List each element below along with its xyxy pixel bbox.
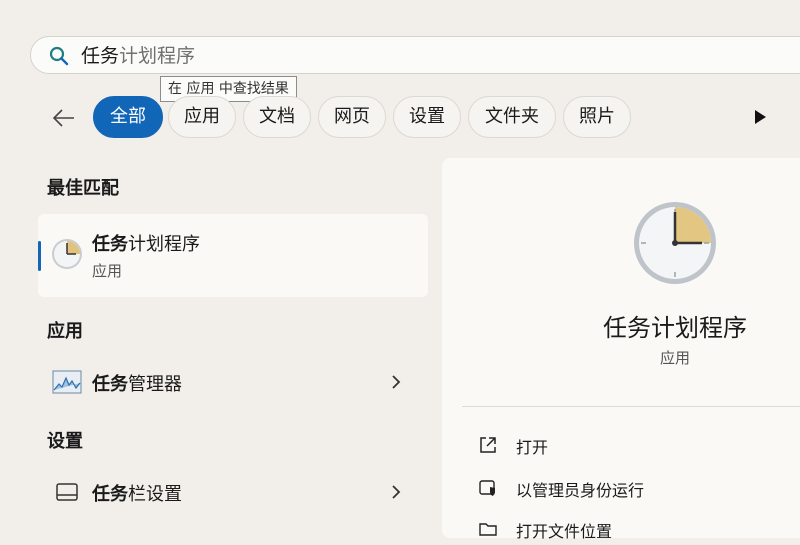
action-open-file-location-label: 打开文件位置 (516, 522, 613, 541)
filter-apps[interactable]: 应用 (168, 96, 236, 138)
search-icon (49, 46, 69, 66)
back-arrow-icon[interactable] (50, 104, 78, 132)
action-open-label: 打开 (516, 438, 549, 457)
apps-heading: 应用 (47, 321, 83, 342)
filter-web[interactable]: 网页 (318, 96, 386, 138)
best-match-name-rest: 计划程序 (128, 234, 200, 255)
selection-indicator (38, 241, 41, 271)
task-scheduler-clock-icon (634, 202, 716, 284)
detail-divider (462, 406, 800, 407)
folder-icon (479, 523, 497, 536)
task-scheduler-clock-icon (52, 239, 82, 269)
settings-heading: 设置 (47, 431, 83, 452)
detail-app-name: 任务计划程序 (603, 314, 747, 342)
detail-app-type: 应用 (659, 349, 690, 367)
action-open-file-location[interactable]: 打开文件位置 (478, 513, 798, 545)
task-manager-icon (52, 370, 82, 394)
chevron-right-icon[interactable] (390, 374, 402, 390)
search-input[interactable]: 任务计划程序 (81, 45, 195, 67)
detail-panel: 任务计划程序 应用 打开 以管理员身份运行 打开文件位置 (442, 158, 800, 541)
filter-photos[interactable]: 照片 (563, 96, 631, 138)
search-box[interactable]: 任务计划程序 (30, 36, 800, 74)
chevron-right-icon[interactable] (390, 484, 402, 500)
action-run-as-admin[interactable]: 以管理员身份运行 (478, 472, 798, 504)
search-query-match: 任务 (81, 45, 120, 67)
task-manager-label: 任务管理器 (92, 370, 182, 396)
task-manager-label-match: 任务 (92, 374, 128, 395)
app-result-task-manager[interactable]: 任务管理器 (38, 360, 428, 404)
shield-icon (479, 480, 495, 496)
best-match-name-match: 任务 (92, 234, 128, 255)
taskbar-settings-label-match: 任务 (92, 484, 128, 505)
best-match-heading: 最佳匹配 (47, 178, 119, 199)
search-query-rest: 计划程序 (119, 45, 196, 67)
filter-all[interactable]: 全部 (93, 96, 163, 138)
task-manager-label-rest: 管理器 (128, 374, 182, 395)
setting-result-taskbar[interactable]: 任务栏设置 (38, 470, 428, 514)
more-filters-arrow-icon[interactable] (752, 108, 768, 126)
action-run-as-admin-label: 以管理员身份运行 (516, 481, 645, 500)
open-external-icon (480, 437, 496, 453)
best-match-name: 任务计划程序 (92, 230, 200, 256)
filter-documents[interactable]: 文档 (243, 96, 311, 138)
filter-folders[interactable]: 文件夹 (468, 96, 556, 138)
filter-settings[interactable]: 设置 (393, 96, 461, 138)
best-match-result[interactable]: 任务计划程序 应用 (38, 214, 428, 297)
taskbar-settings-icon (56, 483, 78, 501)
taskbar-settings-label: 任务栏设置 (92, 480, 182, 506)
best-match-type: 应用 (92, 262, 123, 280)
action-open[interactable]: 打开 (478, 429, 798, 461)
taskbar-settings-label-rest: 栏设置 (128, 484, 182, 505)
